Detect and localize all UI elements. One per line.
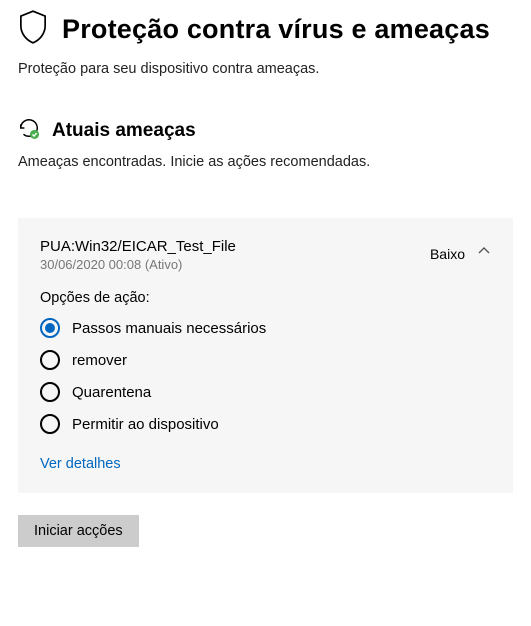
section-desc: Ameaças encontradas. Inicie as ações rec… xyxy=(18,154,513,170)
radio-option-manual[interactable]: Passos manuais necessários xyxy=(40,318,491,338)
threat-severity: Baixo xyxy=(430,246,465,262)
radio-icon xyxy=(40,318,60,338)
radio-option-allow[interactable]: Permitir ao dispositivo xyxy=(40,414,491,434)
threat-card: PUA:Win32/EICAR_Test_File 30/06/2020 00:… xyxy=(18,218,513,493)
radio-label: remover xyxy=(72,352,127,369)
shield-icon xyxy=(18,10,48,49)
start-actions-button[interactable]: Iniciar acções xyxy=(18,515,139,547)
radio-option-quarantine[interactable]: Quarentena xyxy=(40,382,491,402)
radio-label: Quarentena xyxy=(72,384,151,401)
chevron-up-icon[interactable] xyxy=(477,244,491,263)
history-check-icon xyxy=(18,117,40,144)
details-link[interactable]: Ver detalhes xyxy=(40,456,121,472)
radio-icon xyxy=(40,350,60,370)
threat-meta: 30/06/2020 00:08 (Ativo) xyxy=(40,257,236,272)
radio-icon xyxy=(40,382,60,402)
page-title: Proteção contra vírus e ameaças xyxy=(62,14,490,45)
radio-label: Passos manuais necessários xyxy=(72,320,266,337)
section-title: Atuais ameaças xyxy=(52,120,196,142)
page-subtitle: Proteção para seu dispositivo contra ame… xyxy=(18,61,513,77)
radio-option-remove[interactable]: remover xyxy=(40,350,491,370)
radio-icon xyxy=(40,414,60,434)
actions-label: Opções de ação: xyxy=(40,290,491,306)
radio-label: Permitir ao dispositivo xyxy=(72,416,219,433)
threat-name: PUA:Win32/EICAR_Test_File xyxy=(40,238,236,255)
